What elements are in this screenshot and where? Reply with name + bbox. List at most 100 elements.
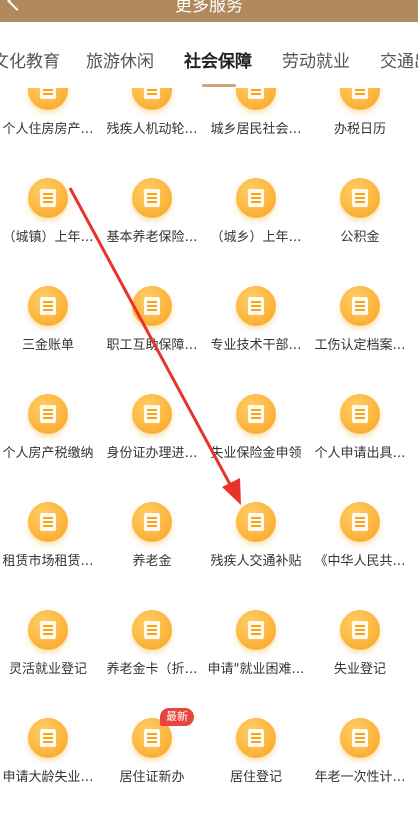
house-yen-icon [28, 394, 68, 434]
icon-glyph [144, 729, 160, 747]
service-label: 工伤认定档案… [314, 338, 406, 353]
service-label: 居住证新办 [119, 770, 185, 785]
service-item[interactable]: 身份证办理进… [100, 394, 204, 502]
icon-glyph [144, 405, 160, 423]
icon-glyph [352, 729, 368, 747]
service-label: 残疾人交通补贴 [210, 554, 302, 569]
service-item[interactable]: 失业登记 [308, 610, 412, 718]
icon-glyph [144, 88, 160, 99]
service-item[interactable]: 办税日历 [308, 88, 412, 178]
document-icon [236, 88, 276, 110]
money-bag-icon [236, 394, 276, 434]
certificate-icon [236, 286, 276, 326]
service-item[interactable]: 残疾人机动轮… [100, 88, 204, 178]
wheat-icon [236, 178, 276, 218]
icon-glyph [352, 297, 368, 315]
document-icon [340, 286, 380, 326]
icon-glyph [352, 189, 368, 207]
service-item[interactable]: （城镇）上年… [0, 178, 100, 286]
service-label: 申请大龄失业… [2, 770, 94, 785]
briefcase-icon [236, 610, 276, 650]
active-tab-indicator [202, 84, 236, 87]
card-icon [132, 610, 172, 650]
people-clock-icon [28, 718, 68, 758]
house-document-icon [28, 88, 68, 110]
wheelchair-icon [132, 88, 172, 110]
icon-glyph [248, 297, 264, 315]
category-tabs: 文化教育 旅游休闲 社会保障 劳动就业 交通出 [0, 22, 418, 88]
house-yen-icon [28, 286, 68, 326]
document-clock-icon [340, 502, 380, 542]
elderly-person-icon [340, 718, 380, 758]
service-item[interactable]: 个人住房房产… [0, 88, 100, 178]
page-title: 更多服务 [175, 0, 243, 16]
service-label: 专业技术干部… [210, 338, 302, 353]
calendar-icon [340, 88, 380, 110]
service-item[interactable]: 年老一次性计… [308, 718, 412, 813]
tab-travel-leisure[interactable]: 旅游休闲 [86, 47, 154, 72]
document-icon [132, 178, 172, 218]
icon-glyph [352, 405, 368, 423]
service-item[interactable]: 租赁市场租赁… [0, 502, 100, 610]
icon-glyph [144, 621, 160, 639]
service-label: 年老一次性计… [314, 770, 406, 785]
service-label: （城乡）上年… [210, 230, 302, 245]
icon-glyph [248, 88, 264, 99]
icon-glyph [248, 729, 264, 747]
service-label: 《中华人民共… [314, 554, 406, 569]
service-item[interactable]: 公积金 [308, 178, 412, 286]
service-label: 办税日历 [333, 122, 386, 137]
bus-icon [236, 502, 276, 542]
service-label: 居住登记 [229, 770, 282, 785]
service-label: 身份证办理进… [106, 446, 198, 461]
tie-document-icon [28, 610, 68, 650]
service-label: 城乡居民社会… [210, 122, 302, 137]
service-label: 公积金 [340, 230, 380, 245]
elderly-person-icon [132, 502, 172, 542]
service-item[interactable]: 养老金 [100, 502, 204, 610]
tab-transport[interactable]: 交通出 [380, 47, 418, 72]
tab-social-security[interactable]: 社会保障 [184, 47, 252, 72]
service-label: 个人房产税缴纳 [2, 446, 94, 461]
service-item[interactable]: 个人申请出具… [308, 394, 412, 502]
service-item[interactable]: 最新 居住证新办 [100, 708, 204, 813]
service-label: 养老金卡（折… [106, 662, 198, 677]
icon-glyph [144, 297, 160, 315]
icon-glyph [144, 189, 160, 207]
service-label: 个人申请出具… [314, 446, 406, 461]
service-item[interactable]: 工伤认定档案… [308, 286, 412, 394]
service-item[interactable]: 基本养老保险… [100, 178, 204, 286]
icon-glyph [248, 621, 264, 639]
service-item[interactable]: 失业保险金申领 [204, 394, 308, 502]
person-document-icon [340, 394, 380, 434]
icon-glyph [40, 729, 56, 747]
service-item[interactable]: 养老金卡（折… [100, 610, 204, 718]
service-label: 失业保险金申领 [210, 446, 302, 461]
icon-glyph [40, 513, 56, 531]
service-grid: 个人住房房产… 残疾人机动轮… 城乡居民社会… 办税日历 （城镇）上年… 基本养老保险… （… [0, 88, 418, 813]
icon-glyph [352, 621, 368, 639]
tab-culture-education[interactable]: 文化教育 [0, 47, 60, 72]
service-item[interactable]: 职工互助保障… [100, 286, 204, 394]
icon-glyph [40, 405, 56, 423]
service-item[interactable]: 居住登记 [204, 718, 308, 813]
service-item[interactable]: 申请"就业困难… [204, 610, 308, 718]
tab-labor-employment[interactable]: 劳动就业 [282, 47, 350, 72]
service-item[interactable]: 灵活就业登记 [0, 610, 100, 718]
service-item[interactable]: 城乡居民社会… [204, 88, 308, 178]
icon-glyph [40, 189, 56, 207]
service-item[interactable]: （城乡）上年… [204, 178, 308, 286]
service-item[interactable]: 残疾人交通补贴 [204, 502, 308, 610]
hands-heart-icon [28, 178, 68, 218]
icon-glyph [40, 621, 56, 639]
service-item[interactable]: 申请大龄失业… [0, 718, 100, 813]
service-item[interactable]: 个人房产税缴纳 [0, 394, 100, 502]
icon-glyph [248, 513, 264, 531]
service-item[interactable]: 三金账单 [0, 286, 100, 394]
briefcase-icon [340, 610, 380, 650]
service-item[interactable]: 《中华人民共… [308, 502, 412, 610]
service-item[interactable]: 专业技术干部… [204, 286, 308, 394]
top-bar: 更多服务 [0, 0, 418, 22]
icon-glyph [352, 88, 368, 99]
icon-glyph [144, 513, 160, 531]
